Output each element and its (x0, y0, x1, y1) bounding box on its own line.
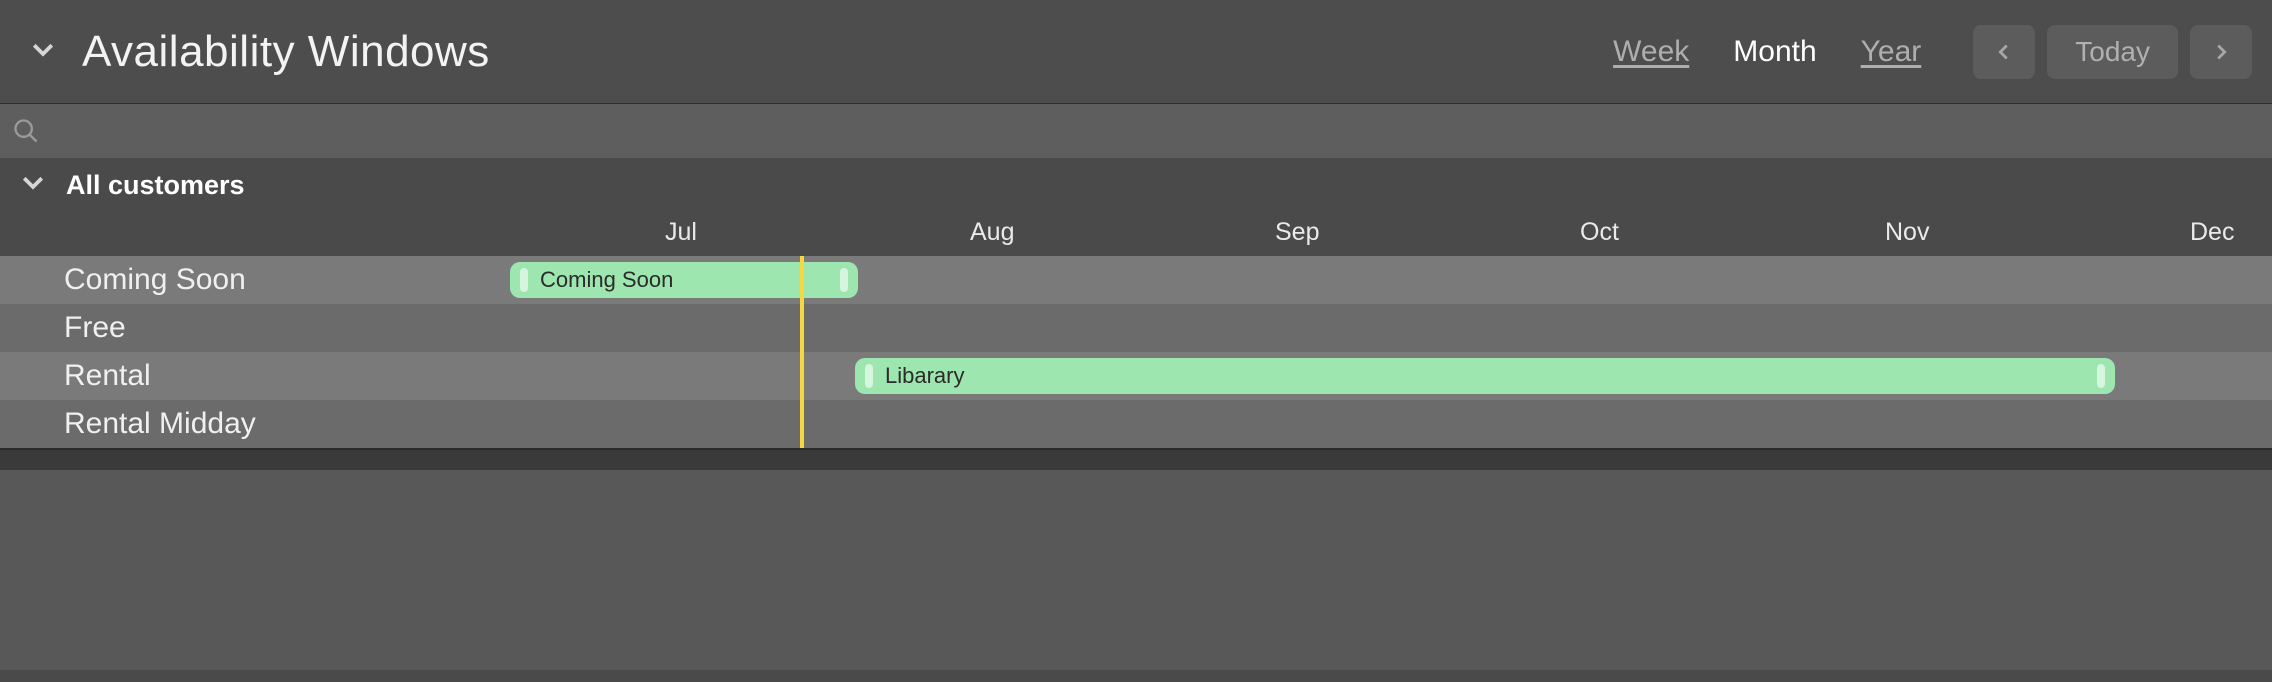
timeline-event[interactable]: Libarary (855, 358, 2115, 394)
timeline: JulAugSepOctNovDec Coming SoonComing Soo… (0, 212, 2272, 448)
row-label: Free (0, 311, 440, 345)
view-tabs: Week Month Year (1613, 37, 1921, 67)
header-bar: Availability Windows Week Month Year Tod… (0, 0, 2272, 104)
timeline-row: Rental Libarary (0, 352, 2272, 400)
month-label: Dec (2190, 218, 2234, 247)
collapse-panel-toggle[interactable] (28, 34, 58, 69)
month-label: Sep (1275, 218, 1319, 247)
month-label: Nov (1885, 218, 1929, 247)
empty-area (0, 470, 2272, 670)
today-button-label: Today (2075, 36, 2150, 68)
event-resize-handle-right[interactable] (2097, 364, 2105, 388)
month-label: Jul (665, 218, 697, 247)
row-label: Rental Midday (0, 407, 440, 441)
tab-week[interactable]: Week (1613, 37, 1689, 67)
timeline-event[interactable]: Coming Soon (510, 262, 858, 298)
scroll-gutter[interactable] (0, 448, 2272, 470)
prev-button[interactable] (1973, 25, 2035, 79)
chevron-left-icon (1993, 41, 2015, 63)
event-label: Libarary (885, 363, 964, 389)
event-label: Coming Soon (540, 267, 673, 293)
row-label: Rental (0, 359, 440, 393)
search-input[interactable] (50, 117, 2260, 145)
search-bar (0, 104, 2272, 158)
next-button[interactable] (2190, 25, 2252, 79)
row-label: Coming Soon (0, 263, 440, 297)
chevron-right-icon (2210, 41, 2232, 63)
group-header[interactable]: All customers (0, 158, 2272, 212)
timeline-row: Coming Soon Coming Soon (0, 256, 2272, 304)
tab-year[interactable]: Year (1861, 37, 1922, 67)
today-button[interactable]: Today (2047, 25, 2178, 79)
group-toggle[interactable] (18, 167, 48, 204)
timeline-row: Rental Midday (0, 400, 2272, 448)
timeline-ruler: Jul Aug Sep Oct Nov Dec (0, 212, 2272, 256)
search-icon (12, 117, 40, 145)
chevron-down-icon (28, 34, 58, 64)
current-time-line (800, 256, 804, 448)
tab-month[interactable]: Month (1733, 37, 1816, 67)
month-label: Aug (970, 218, 1014, 247)
event-resize-handle-left[interactable] (520, 268, 528, 292)
group-title: All customers (66, 170, 245, 201)
event-resize-handle-left[interactable] (865, 364, 873, 388)
page-title: Availability Windows (82, 27, 490, 77)
month-label: Oct (1580, 218, 1619, 247)
event-resize-handle-right[interactable] (840, 268, 848, 292)
chevron-down-icon (18, 167, 48, 197)
timeline-row: Free (0, 304, 2272, 352)
